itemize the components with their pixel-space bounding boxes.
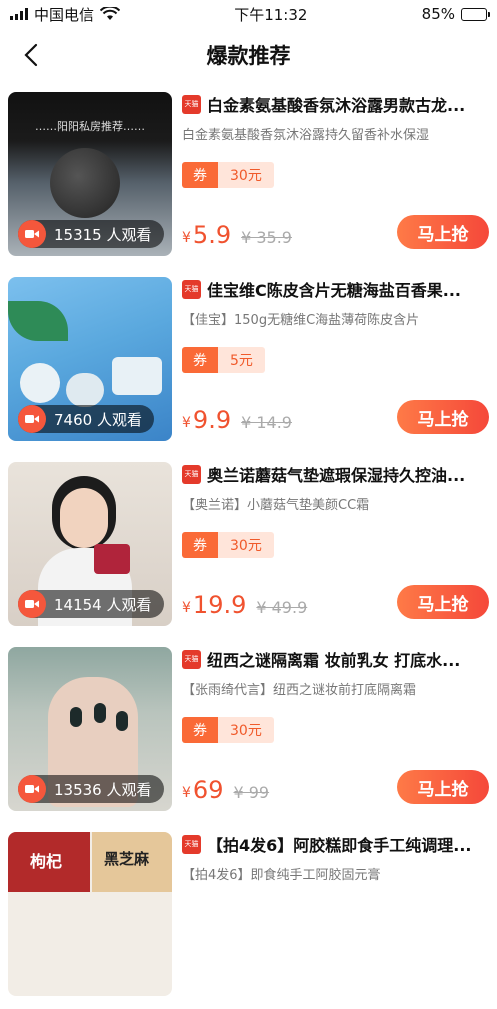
wifi-icon: [100, 7, 121, 20]
product-card[interactable]: ……阳阳私房推荐…… 15315 人观看 天猫 白金素氨基酸香氛沐浴露男款古龙..…: [0, 84, 497, 269]
product-card[interactable]: 14154 人观看 天猫 奥兰诺蘑菇气垫遮瑕保湿持久控油... 【奥兰诺】小蘑菇气…: [0, 454, 497, 639]
product-thumbnail[interactable]: 7460 人观看: [8, 277, 172, 441]
original-price: ¥ 35.9: [241, 227, 292, 247]
sale-price: 5.9: [192, 221, 232, 249]
coupon-tag: 券 30元: [182, 532, 274, 558]
product-subtitle: 【佳宝】150g无糖维C海盐薄荷陈皮含片: [182, 313, 420, 328]
carrier-name: 中国电信: [34, 5, 95, 24]
currency-symbol: ¥: [182, 785, 191, 801]
product-subtitle: 【拍4发6】即食纯手工阿胶固元膏: [182, 868, 381, 883]
status-time: 下午11:32: [234, 5, 308, 24]
product-info: 天猫 白金素氨基酸香氛沐浴露男款古龙... 白金素氨基酸香氛沐浴露持久留香补水保湿…: [182, 92, 489, 256]
coupon-tag: 券 30元: [182, 717, 274, 743]
product-info: 天猫 奥兰诺蘑菇气垫遮瑕保湿持久控油... 【奥兰诺】小蘑菇气垫美颜CC霜 券 30…: [182, 462, 489, 626]
viewer-count: 13536 人观看: [54, 780, 152, 799]
tmall-icon: 天猫: [182, 834, 201, 854]
product-title[interactable]: 【拍4发6】阿胶糕即食手工纯调理...: [207, 832, 472, 856]
product-title[interactable]: 奥兰诺蘑菇气垫遮瑕保湿持久控油...: [207, 462, 465, 486]
buy-now-button[interactable]: 马上抢: [397, 400, 489, 434]
product-info: 天猫 纽西之谜隔离霜 妆前乳女 打底水... 【张雨绮代言】纽西之谜妆前打底隔离霜…: [182, 647, 489, 811]
product-thumbnail[interactable]: 13536 人观看: [8, 647, 172, 811]
product-card[interactable]: 枸杞 黑芝麻 天猫 【拍4发6】阿胶糕即食手工纯调理... 【拍4发6】即食纯手工…: [0, 824, 497, 1009]
chevron-left-icon: [24, 43, 38, 67]
buy-now-button[interactable]: 马上抢: [397, 585, 489, 619]
nav-bar: 爆款推荐: [0, 28, 497, 82]
viewer-count-badge: 14154 人观看: [18, 590, 164, 618]
viewer-count: 14154 人观看: [54, 595, 152, 614]
viewer-count: 7460 人观看: [54, 410, 142, 429]
back-button[interactable]: [16, 40, 46, 70]
product-info: 天猫 【拍4发6】阿胶糕即食手工纯调理... 【拍4发6】即食纯手工阿胶固元膏: [182, 832, 489, 996]
battery-percent: 85%: [421, 5, 455, 23]
product-info: 天猫 佳宝维C陈皮含片无糖海盐百香果... 【佳宝】150g无糖维C海盐薄荷陈皮含…: [182, 277, 489, 441]
product-thumbnail[interactable]: ……阳阳私房推荐…… 15315 人观看: [8, 92, 172, 256]
coupon-tag: 券 30元: [182, 162, 274, 188]
product-title[interactable]: 佳宝维C陈皮含片无糖海盐百香果...: [207, 277, 461, 301]
viewer-count-badge: 13536 人观看: [18, 775, 164, 803]
product-subtitle: 【奥兰诺】小蘑菇气垫美颜CC霜: [182, 498, 370, 513]
video-camera-icon: [18, 590, 46, 618]
thumbnail-caption: ……阳阳私房推荐……: [35, 120, 145, 133]
product-card[interactable]: 7460 人观看 天猫 佳宝维C陈皮含片无糖海盐百香果... 【佳宝】150g无糖…: [0, 269, 497, 454]
currency-symbol: ¥: [182, 600, 191, 616]
coupon-value: 30元: [218, 532, 274, 558]
tmall-icon: 天猫: [182, 464, 201, 484]
coupon-value: 30元: [218, 717, 274, 743]
tmall-icon: 天猫: [182, 649, 201, 669]
status-bar: 中国电信 下午11:32 85%: [0, 0, 497, 28]
sale-price: 9.9: [192, 406, 232, 434]
product-title[interactable]: 白金素氨基酸香氛沐浴露男款古龙...: [207, 92, 465, 116]
viewer-count-badge: 15315 人观看: [18, 220, 164, 248]
buy-now-button[interactable]: 马上抢: [397, 770, 489, 804]
product-thumbnail[interactable]: 14154 人观看: [8, 462, 172, 626]
video-camera-icon: [18, 775, 46, 803]
product-subtitle: 【张雨绮代言】纽西之谜妆前打底隔离霜: [182, 683, 417, 698]
product-title[interactable]: 纽西之谜隔离霜 妆前乳女 打底水...: [207, 647, 460, 671]
battery-icon: [461, 7, 490, 21]
product-subtitle: 白金素氨基酸香氛沐浴露持久留香补水保湿: [182, 128, 430, 143]
coupon-label: 券: [182, 717, 218, 743]
currency-symbol: ¥: [182, 230, 191, 246]
currency-symbol: ¥: [182, 415, 191, 431]
sale-price: 69: [192, 776, 224, 804]
tmall-icon: 天猫: [182, 94, 201, 114]
tmall-icon: 天猫: [182, 279, 201, 299]
coupon-value: 30元: [218, 162, 274, 188]
coupon-label: 券: [182, 532, 218, 558]
sale-price: 19.9: [192, 591, 247, 619]
video-camera-icon: [18, 405, 46, 433]
thumbnail-caption: 黑芝麻: [104, 850, 150, 868]
buy-now-button[interactable]: 马上抢: [397, 215, 489, 249]
coupon-value: 5元: [218, 347, 265, 373]
video-camera-icon: [18, 220, 46, 248]
original-price: ¥ 49.9: [256, 597, 308, 617]
signal-icon: [10, 8, 28, 20]
coupon-tag: 券 5元: [182, 347, 265, 373]
thumbnail-caption: 枸杞: [30, 852, 63, 871]
product-card[interactable]: 13536 人观看 天猫 纽西之谜隔离霜 妆前乳女 打底水... 【张雨绮代言】纽…: [0, 639, 497, 824]
page-title: 爆款推荐: [206, 44, 291, 68]
coupon-label: 券: [182, 162, 218, 188]
original-price: ¥ 99: [233, 782, 270, 802]
product-thumbnail[interactable]: 枸杞 黑芝麻: [8, 832, 172, 996]
viewer-count: 15315 人观看: [54, 225, 152, 244]
original-price: ¥ 14.9: [241, 412, 292, 432]
coupon-label: 券: [182, 347, 218, 373]
viewer-count-badge: 7460 人观看: [18, 405, 154, 433]
